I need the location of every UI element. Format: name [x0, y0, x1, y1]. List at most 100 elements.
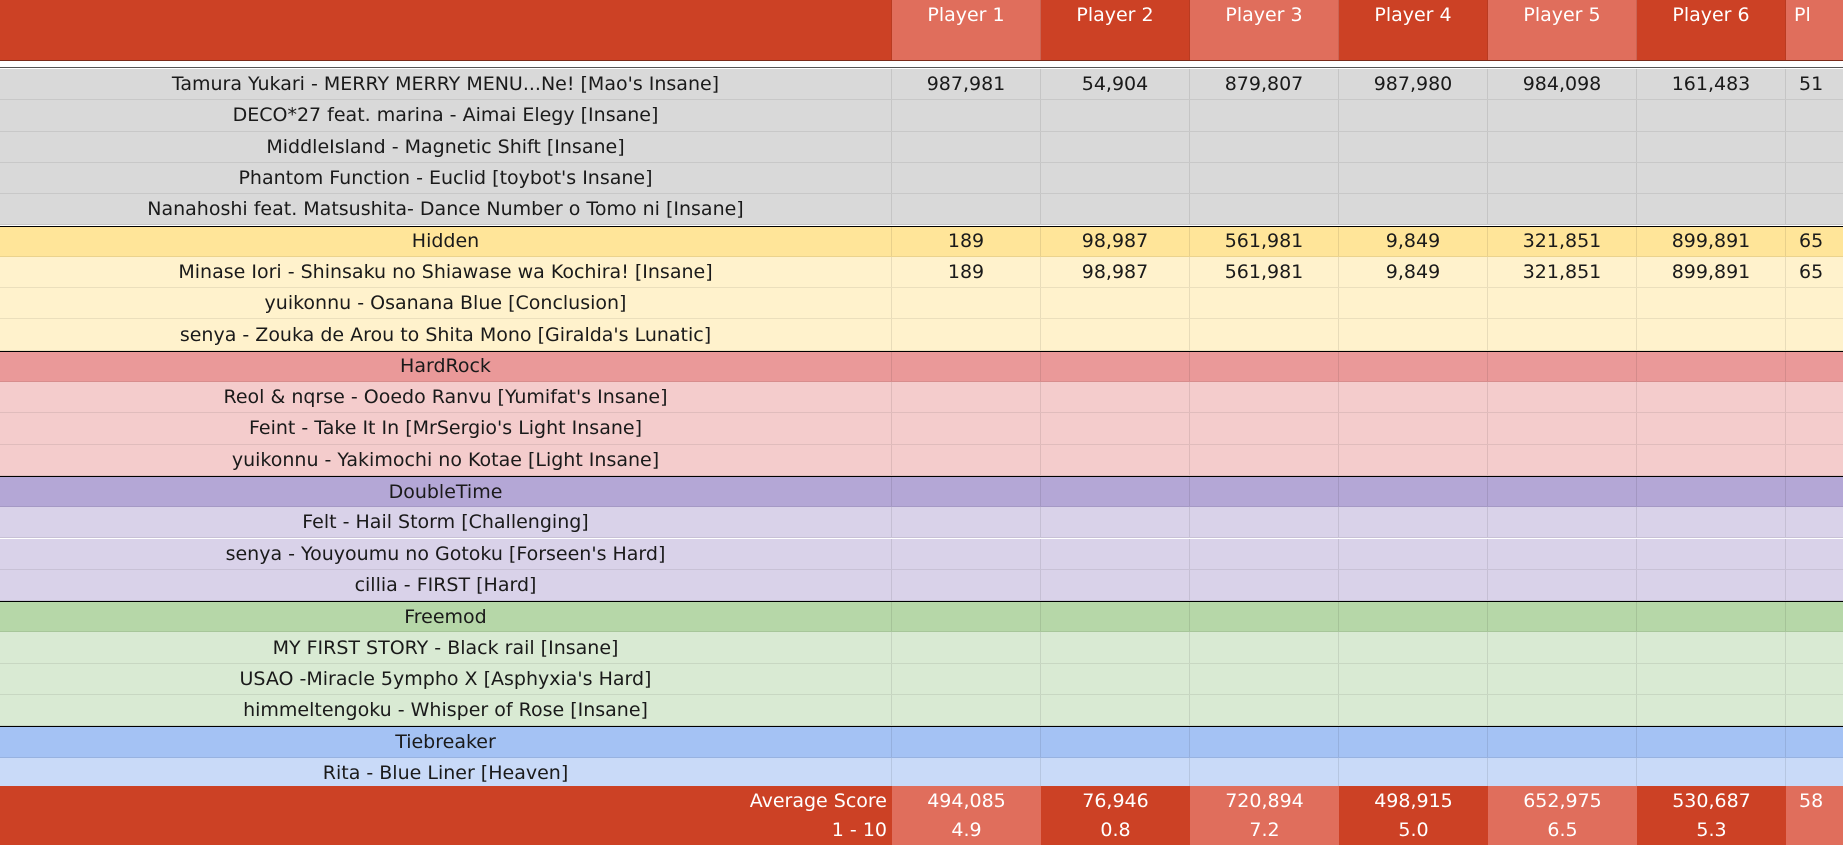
map-name-cell[interactable]: senya - Youyoumu no Gotoku [Forseen's Ha… — [0, 538, 892, 569]
player-5-header[interactable]: Player 5 — [1488, 0, 1637, 60]
score-cell-player-4[interactable]: 987,980 — [1339, 69, 1488, 100]
score-cell-player-4[interactable] — [1339, 569, 1488, 601]
score-cell-player-2[interactable] — [1041, 663, 1190, 694]
score-cell-player-2[interactable]: 54,904 — [1041, 69, 1190, 100]
average-score-player-3[interactable]: 720,894 — [1190, 786, 1339, 816]
score-cell-player-4[interactable] — [1339, 288, 1488, 319]
score-cell-player-7[interactable] — [1786, 413, 1843, 443]
score-cell-player-4[interactable] — [1339, 131, 1488, 162]
player-4-header[interactable]: Player 4 — [1339, 0, 1488, 60]
map-name-cell[interactable]: Feint - Take It In [MrSergio's Light Ins… — [0, 413, 892, 444]
score-cell-player-7[interactable]: 51 — [1786, 69, 1843, 99]
score-cell-player-6[interactable] — [1637, 757, 1786, 788]
score-cell-player-5[interactable] — [1488, 351, 1637, 381]
average-score-player-5[interactable]: 652,975 — [1488, 786, 1637, 816]
map-name-cell[interactable]: USAO -Miracle 5ympho X [Asphyxia's Hard] — [0, 663, 892, 694]
score-cell-player-7[interactable] — [1786, 445, 1843, 475]
score-cell-player-7[interactable] — [1786, 194, 1843, 224]
score-cell-player-4[interactable] — [1339, 727, 1488, 757]
score-cell-player-3[interactable] — [1190, 602, 1339, 632]
score-cell-player-3[interactable] — [1190, 162, 1339, 194]
player-2-header[interactable]: Player 2 — [1041, 0, 1190, 60]
score-cell-player-1[interactable] — [892, 602, 1041, 632]
score-cell-player-1[interactable] — [892, 507, 1041, 538]
score-cell-player-2[interactable] — [1041, 351, 1190, 381]
rating-player-7[interactable] — [1786, 815, 1843, 845]
score-cell-player-5[interactable]: 321,851 — [1488, 256, 1637, 288]
score-cell-player-5[interactable] — [1488, 162, 1637, 194]
mod-section-label[interactable]: DoubleTime — [0, 476, 892, 507]
score-cell-player-6[interactable] — [1637, 444, 1786, 475]
score-cell-player-3[interactable] — [1190, 663, 1339, 694]
score-cell-player-3[interactable] — [1190, 757, 1339, 788]
score-cell-player-2[interactable]: 98,987 — [1041, 256, 1190, 288]
header-corner-cell[interactable] — [0, 0, 892, 60]
map-name-cell[interactable]: Phantom Function - Euclid [toybot's Insa… — [0, 162, 892, 194]
score-cell-player-7[interactable] — [1786, 632, 1843, 662]
score-cell-player-2[interactable] — [1041, 194, 1190, 225]
map-name-cell[interactable]: yuikonnu - Yakimochi no Kotae [Light Ins… — [0, 444, 892, 475]
map-name-cell[interactable]: Rita - Blue Liner [Heaven] — [0, 757, 892, 788]
map-name-cell[interactable]: yuikonnu - Osanana Blue [Conclusion] — [0, 288, 892, 319]
average-score-player-2[interactable]: 76,946 — [1041, 786, 1190, 816]
score-cell-player-1[interactable] — [892, 538, 1041, 569]
score-cell-player-1[interactable] — [892, 695, 1041, 726]
score-cell-player-3[interactable] — [1190, 538, 1339, 569]
average-score-player-4[interactable]: 498,915 — [1339, 786, 1488, 816]
score-cell-player-2[interactable] — [1041, 131, 1190, 162]
score-cell-player-6[interactable] — [1637, 632, 1786, 663]
mod-section-label[interactable]: Freemod — [0, 602, 892, 632]
score-cell-player-3[interactable]: 561,981 — [1190, 226, 1339, 256]
score-cell-player-6[interactable] — [1637, 131, 1786, 162]
score-cell-player-2[interactable] — [1041, 602, 1190, 632]
score-cell-player-4[interactable] — [1339, 507, 1488, 538]
score-cell-player-2[interactable] — [1041, 727, 1190, 757]
score-cell-player-3[interactable] — [1190, 507, 1339, 538]
score-cell-player-7[interactable] — [1786, 602, 1843, 631]
score-cell-player-7[interactable] — [1786, 758, 1843, 788]
player-6-header[interactable]: Player 6 — [1637, 0, 1786, 60]
score-cell-player-7[interactable] — [1786, 382, 1843, 412]
score-cell-player-6[interactable] — [1637, 319, 1786, 350]
score-cell-player-4[interactable] — [1339, 757, 1488, 788]
score-cell-player-1[interactable] — [892, 663, 1041, 694]
score-cell-player-4[interactable]: 9,849 — [1339, 256, 1488, 288]
score-cell-player-5[interactable]: 321,851 — [1488, 226, 1637, 256]
score-cell-player-5[interactable] — [1488, 602, 1637, 632]
score-cell-player-3[interactable] — [1190, 476, 1339, 507]
average-score-player-1[interactable]: 494,085 — [892, 786, 1041, 816]
score-cell-player-5[interactable] — [1488, 382, 1637, 413]
score-cell-player-6[interactable] — [1637, 382, 1786, 413]
map-name-cell[interactable]: Felt - Hail Storm [Challenging] — [0, 507, 892, 538]
score-cell-player-2[interactable] — [1041, 507, 1190, 538]
score-cell-player-5[interactable] — [1488, 632, 1637, 663]
score-cell-player-4[interactable] — [1339, 476, 1488, 507]
mod-section-label[interactable]: Hidden — [0, 226, 892, 256]
score-cell-player-5[interactable] — [1488, 288, 1637, 319]
score-cell-player-6[interactable] — [1637, 476, 1786, 507]
rating-label[interactable]: 1 - 10 — [0, 816, 892, 845]
score-cell-player-3[interactable] — [1190, 695, 1339, 726]
score-cell-player-4[interactable] — [1339, 382, 1488, 413]
score-cell-player-2[interactable] — [1041, 757, 1190, 788]
score-cell-player-1[interactable] — [892, 162, 1041, 194]
average-score-label[interactable]: Average Score — [0, 786, 892, 816]
score-cell-player-1[interactable] — [892, 131, 1041, 162]
score-cell-player-5[interactable] — [1488, 131, 1637, 162]
score-cell-player-6[interactable] — [1637, 413, 1786, 444]
rating-player-5[interactable]: 6.5 — [1488, 815, 1637, 845]
score-cell-player-3[interactable] — [1190, 131, 1339, 162]
map-name-cell[interactable]: MY FIRST STORY - Black rail [Insane] — [0, 632, 892, 663]
score-cell-player-3[interactable] — [1190, 100, 1339, 131]
player-3-header[interactable]: Player 3 — [1190, 0, 1339, 60]
score-cell-player-4[interactable] — [1339, 413, 1488, 444]
score-cell-player-6[interactable]: 899,891 — [1637, 256, 1786, 288]
score-cell-player-5[interactable] — [1488, 413, 1637, 444]
map-name-cell[interactable]: Tamura Yukari - MERRY MERRY MENU...Ne! [… — [0, 69, 892, 100]
score-cell-player-4[interactable] — [1339, 100, 1488, 131]
score-cell-player-4[interactable] — [1339, 319, 1488, 350]
score-cell-player-3[interactable] — [1190, 444, 1339, 475]
rating-player-6[interactable]: 5.3 — [1637, 815, 1786, 845]
score-cell-player-5[interactable] — [1488, 663, 1637, 694]
score-cell-player-3[interactable]: 879,807 — [1190, 69, 1339, 100]
